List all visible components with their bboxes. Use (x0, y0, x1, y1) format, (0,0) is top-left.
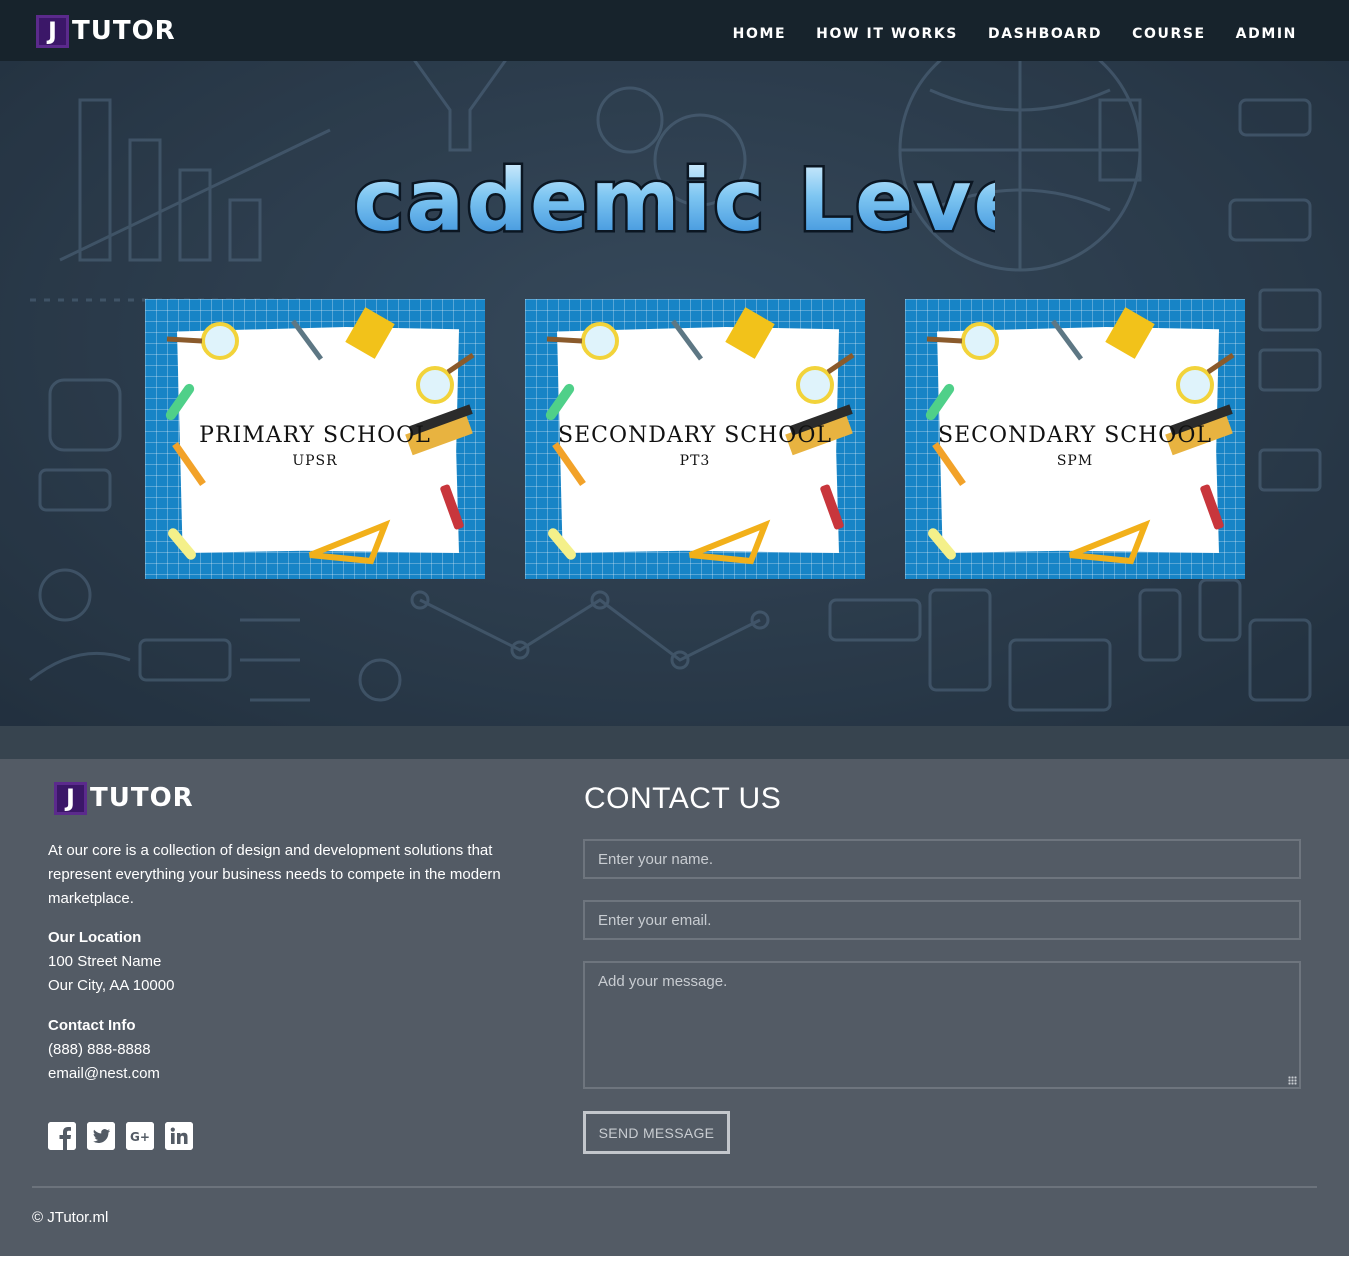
card-primary-school[interactable]: PRIMARY SCHOOL UPSR (145, 299, 485, 579)
nav-how-it-works[interactable]: HOW IT WORKS (816, 24, 958, 44)
brand-name: TUTOR (72, 16, 176, 46)
textarea-resize-handle[interactable] (1288, 1076, 1297, 1085)
location-line-1: 100 Street Name (48, 953, 162, 970)
hero-bottom-strip (0, 726, 1349, 759)
card-secondary-school-spm[interactable]: SECONDARY SCHOOL SPM (905, 299, 1245, 579)
academic-level-title: Academic Level (355, 149, 995, 254)
card-title: PRIMARY SCHOOL (199, 423, 431, 448)
brand-name: TUTOR (90, 783, 194, 813)
copyright-text: © JTutor.ml (32, 1209, 109, 1226)
card-subtitle: SPM (1056, 453, 1094, 469)
location-heading: Our Location (48, 929, 142, 946)
nav-home[interactable]: HOME (733, 24, 787, 44)
card-title: SECONDARY SCHOOL (938, 423, 1212, 448)
brand-letter: J (54, 782, 87, 815)
footer: J TUTOR At our core is a collection of d… (0, 759, 1349, 1256)
card-subtitle: PT3 (679, 453, 711, 469)
top-navbar: J TUTOR HOME HOW IT WORKS DASHBOARD COUR… (0, 0, 1349, 61)
footer-divider (32, 1186, 1317, 1188)
contact-info-heading: Contact Info (48, 1017, 136, 1034)
send-message-button[interactable]: SEND MESSAGE (583, 1111, 730, 1154)
brand-logo[interactable]: J TUTOR (36, 15, 176, 48)
nav-course[interactable]: COURSE (1132, 24, 1206, 44)
email-address: email@nest.com (48, 1065, 160, 1082)
name-input[interactable] (583, 839, 1301, 879)
email-input[interactable] (583, 900, 1301, 940)
location-block: Our Location 100 Street Name Our City, A… (48, 926, 174, 998)
message-textarea[interactable] (583, 961, 1301, 1089)
contact-info-block: Contact Info (888) 888-8888 email@nest.c… (48, 1014, 160, 1086)
about-text: At our core is a collection of design an… (48, 842, 501, 907)
phone-number: (888) 888-8888 (48, 1041, 151, 1058)
footer-brand-logo[interactable]: J TUTOR (54, 782, 194, 815)
svg-text:G+: G+ (130, 1130, 150, 1144)
google-plus-icon[interactable]: G+ (126, 1122, 154, 1150)
brand-letter: J (36, 15, 69, 48)
social-links: G+ (48, 1122, 193, 1150)
linkedin-icon[interactable] (165, 1122, 193, 1150)
nav-dashboard[interactable]: DASHBOARD (988, 24, 1102, 44)
nav-admin[interactable]: ADMIN (1236, 24, 1297, 44)
hero-section: Academic Level PRIMARY SCHOOL UPSR (0, 0, 1349, 759)
nav-links: HOME HOW IT WORKS DASHBOARD COURSE ADMIN (733, 24, 1297, 44)
facebook-icon[interactable] (48, 1122, 76, 1150)
twitter-icon[interactable] (87, 1122, 115, 1150)
card-secondary-school-pt3[interactable]: SECONDARY SCHOOL PT3 (525, 299, 865, 579)
card-title: SECONDARY SCHOOL (558, 423, 832, 448)
card-subtitle: UPSR (292, 453, 338, 469)
location-line-2: Our City, AA 10000 (48, 977, 175, 994)
svg-text:Academic Level: Academic Level (355, 151, 995, 251)
contact-us-heading: CONTACT US (584, 782, 782, 815)
